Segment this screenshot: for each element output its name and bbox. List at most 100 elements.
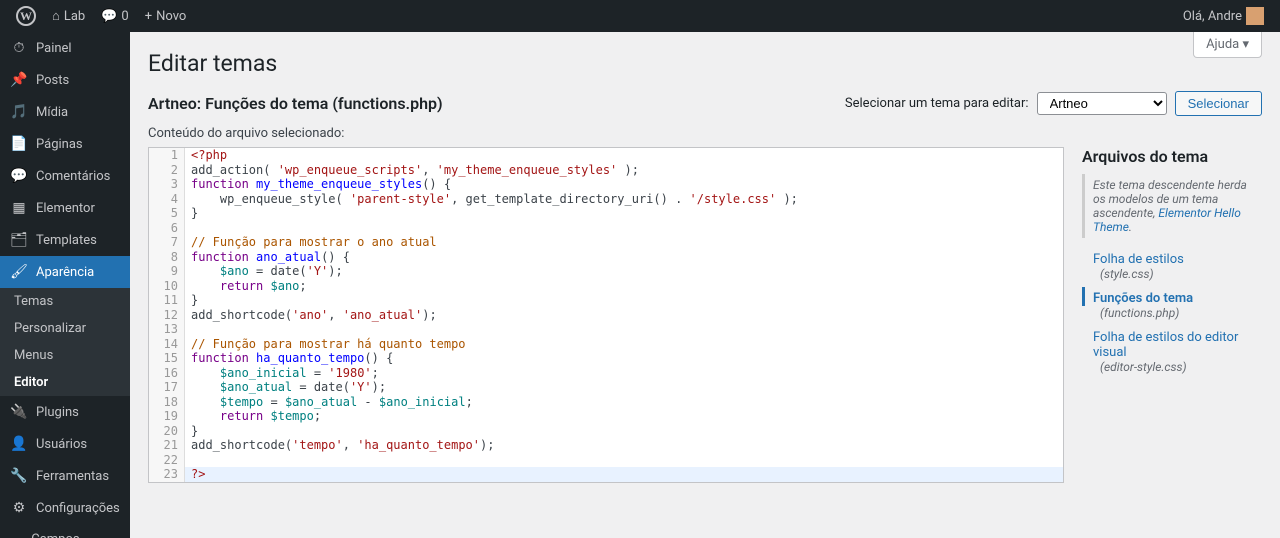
line-number: 1 [149,148,185,163]
help-label: Ajuda [1206,37,1239,52]
code-line[interactable]: 16 $ano_inicial = '1980'; [149,366,1063,381]
sidebar-item-pin[interactable]: 📌Posts [0,64,130,96]
help-button[interactable]: Ajuda ▾ [1193,32,1262,58]
code-line[interactable]: 2add_action( 'wp_enqueue_scripts', 'my_t… [149,163,1063,178]
code-line[interactable]: 23?> [149,467,1063,482]
sidebar-item-label: Templates [36,233,97,248]
sidebar-item-elementor[interactable]: ▦Elementor [0,192,130,224]
comments-count: 0 [121,9,128,24]
line-number: 22 [149,453,185,468]
code-line[interactable]: 15function ha_quanto_tempo() { [149,351,1063,366]
code-editor[interactable]: 1<?php2add_action( 'wp_enqueue_scripts',… [148,147,1064,483]
code-text[interactable]: function ha_quanto_tempo() { [185,351,1063,366]
code-text[interactable]: } [185,424,1063,439]
line-number: 23 [149,467,185,482]
code-line[interactable]: 20} [149,424,1063,439]
line-number: 5 [149,206,185,221]
code-text[interactable]: $ano = date('Y'); [185,264,1063,279]
code-line[interactable]: 19 return $tempo; [149,409,1063,424]
sidebar-item-tools[interactable]: 🔧Ferramentas [0,460,130,492]
code-line[interactable]: 13 [149,322,1063,337]
code-line[interactable]: 17 $ano_atual = date('Y'); [149,380,1063,395]
code-text[interactable]: wp_enqueue_style( 'parent-style', get_te… [185,192,1063,207]
code-line[interactable]: 12add_shortcode('ano', 'ano_atual'); [149,308,1063,323]
sidebar-item-media[interactable]: 🎵Mídia [0,96,130,128]
sidebar-item-templates[interactable]: 🗂Templates [0,224,130,256]
code-text[interactable]: $ano_atual = date('Y'); [185,380,1063,395]
sidebar-item-users[interactable]: 👤Usuários [0,428,130,460]
submenu-item[interactable]: Menus [0,342,130,369]
code-text[interactable] [185,221,1063,236]
home-icon: ⌂ [52,8,60,24]
code-line[interactable]: 1<?php [149,148,1063,163]
code-line[interactable]: 22 [149,453,1063,468]
code-line[interactable]: 4 wp_enqueue_style( 'parent-style', get_… [149,192,1063,207]
sidebar-item-dashboard[interactable]: ⏱Painel [0,32,130,64]
code-text[interactable]: <?php [185,148,1063,163]
code-text[interactable]: // Função para mostrar há quanto tempo [185,337,1063,352]
topbar-right: Olá, Andre [1177,0,1270,32]
line-number: 10 [149,279,185,294]
site-home-link[interactable]: ⌂ Lab [46,0,91,32]
current-file-title: Artneo: Funções do tema (functions.php) [148,94,443,113]
code-text[interactable]: function ano_atual() { [185,250,1063,265]
line-number: 21 [149,438,185,453]
sidebar-item-appearance[interactable]: 🖌Aparência [0,256,130,288]
code-text[interactable] [185,322,1063,337]
comments-link[interactable]: 💬 0 [95,0,135,32]
select-theme-button[interactable]: Selecionar [1175,91,1262,116]
line-number: 13 [149,322,185,337]
sidebar-item-plugins[interactable]: 🔌Plugins [0,396,130,428]
sidebar-item-comments[interactable]: 💬Comentários [0,160,130,192]
code-line[interactable]: 14// Função para mostrar há quanto tempo [149,337,1063,352]
code-line[interactable]: 11} [149,293,1063,308]
code-line[interactable]: 10 return $ano; [149,279,1063,294]
code-text[interactable]: add_shortcode('tempo', 'ha_quanto_tempo'… [185,438,1063,453]
sidebar-item-settings[interactable]: ⚙Configurações [0,492,130,524]
wordpress-logo-icon: W [16,6,36,26]
code-text[interactable]: return $ano; [185,279,1063,294]
sidebar-item-label: Aparência [36,265,94,280]
sidebar-item-fields[interactable]: ▤Campos Personalizados [0,524,130,538]
code-text[interactable]: add_shortcode('ano', 'ano_atual'); [185,308,1063,323]
pin-icon: 📌 [10,72,28,88]
code-text[interactable]: function my_theme_enqueue_styles() { [185,177,1063,192]
theme-select[interactable]: Artneo [1037,92,1167,115]
code-text[interactable]: $ano_inicial = '1980'; [185,366,1063,381]
page-title: Editar temas [148,50,1262,77]
line-number: 16 [149,366,185,381]
user-account-link[interactable]: Olá, Andre [1177,0,1270,32]
code-line[interactable]: 21add_shortcode('tempo', 'ha_quanto_temp… [149,438,1063,453]
users-icon: 👤 [10,436,28,452]
topbar-left: W ⌂ Lab 💬 0 + Novo [10,0,192,32]
submenu-item[interactable]: Personalizar [0,315,130,342]
code-line[interactable]: 8function ano_atual() { [149,250,1063,265]
admin-topbar: W ⌂ Lab 💬 0 + Novo Olá, Andre [0,0,1280,32]
code-text[interactable]: return $tempo; [185,409,1063,424]
content-wrap: ⏱Painel📌Posts🎵Mídia📄Páginas💬Comentários▦… [0,32,1280,538]
code-line[interactable]: 9 $ano = date('Y'); [149,264,1063,279]
sidebar-item-pages[interactable]: 📄Páginas [0,128,130,160]
submenu-item[interactable]: Editor [0,369,130,396]
code-text[interactable]: ?> [185,467,1063,482]
theme-file-link[interactable]: Folha de estilos [1082,248,1262,267]
admin-sidebar: ⏱Painel📌Posts🎵Mídia📄Páginas💬Comentários▦… [0,32,130,538]
code-line[interactable]: 18 $tempo = $ano_atual - $ano_inicial; [149,395,1063,410]
file-selected-label: Conteúdo do arquivo selecionado: [148,126,1262,141]
code-text[interactable]: } [185,293,1063,308]
theme-file-link[interactable]: Funções do tema [1082,287,1262,306]
new-content-link[interactable]: + Novo [139,0,193,32]
code-text[interactable]: // Função para mostrar o ano atual [185,235,1063,250]
code-line[interactable]: 7// Função para mostrar o ano atual [149,235,1063,250]
code-text[interactable] [185,453,1063,468]
code-line[interactable]: 6 [149,221,1063,236]
editor-wrap: 1<?php2add_action( 'wp_enqueue_scripts',… [148,147,1262,483]
code-line[interactable]: 5} [149,206,1063,221]
submenu-item[interactable]: Temas [0,288,130,315]
code-line[interactable]: 3function my_theme_enqueue_styles() { [149,177,1063,192]
wp-logo-menu[interactable]: W [10,0,42,32]
theme-file-link[interactable]: Folha de estilos do editor visual [1082,326,1262,360]
code-text[interactable]: add_action( 'wp_enqueue_scripts', 'my_th… [185,163,1063,178]
code-text[interactable]: } [185,206,1063,221]
code-text[interactable]: $tempo = $ano_atual - $ano_inicial; [185,395,1063,410]
